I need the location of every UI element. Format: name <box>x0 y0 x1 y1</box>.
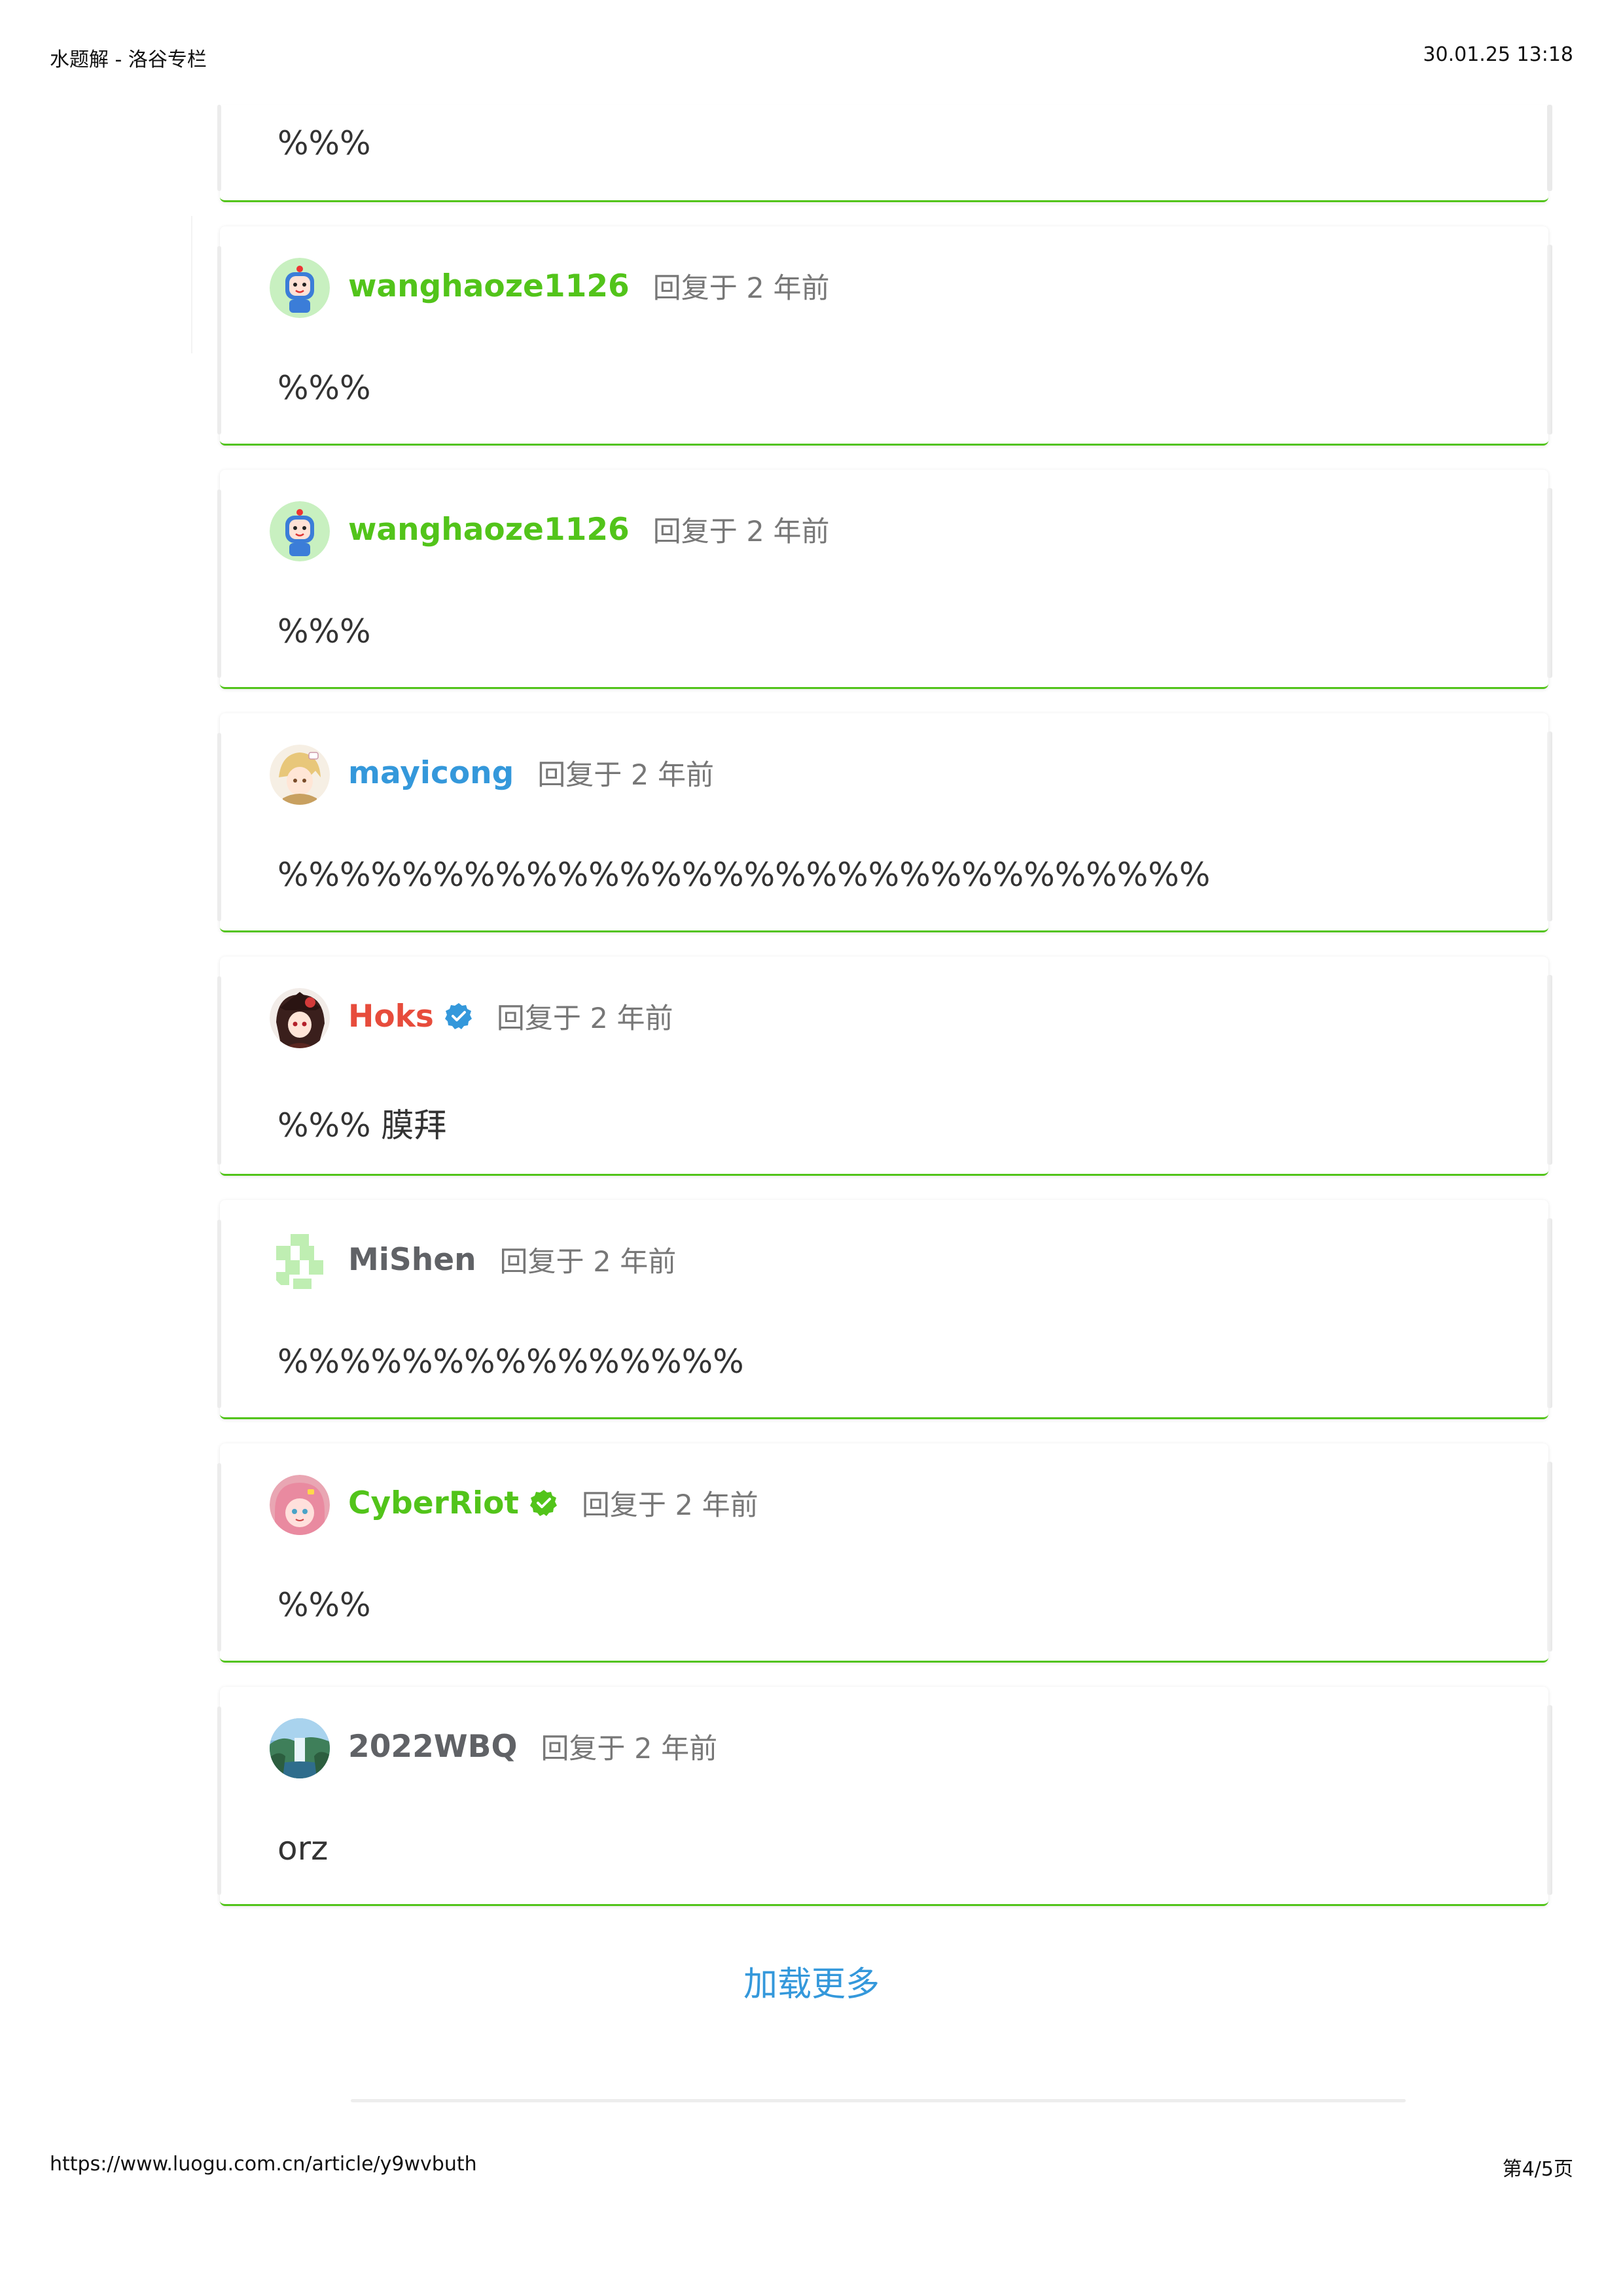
comment-card: mayicong 回复于 2 年前 %%%%%%%%%%%%%%%%%%%%%%… <box>217 713 1552 932</box>
comment-content: %%% <box>277 124 371 162</box>
username-link[interactable]: 2022WBQ <box>348 1729 517 1765</box>
divider <box>217 105 221 191</box>
username-link[interactable]: MiShen <box>348 1242 476 1278</box>
landscape-avatar-icon[interactable] <box>270 1718 330 1778</box>
divider <box>191 216 192 353</box>
anime-avatar-icon[interactable] <box>270 1475 330 1535</box>
username-link[interactable]: CyberRiot <box>348 1485 519 1521</box>
reply-time: 回复于 2 年前 <box>496 1002 673 1035</box>
divider <box>351 2099 1406 2102</box>
anime-avatar-icon[interactable] <box>270 745 330 805</box>
reply-time: 回复于 2 年前 <box>537 759 714 792</box>
blue-check-badge-icon <box>444 1002 473 1031</box>
comment-card: 2022WBQ 回复于 2 年前 orz <box>217 1687 1552 1906</box>
print-url: https://www.luogu.com.cn/article/y9wvbut… <box>50 2153 477 2176</box>
comment-content: %%% <box>277 369 371 407</box>
load-more-button[interactable]: 加载更多 <box>0 1956 1623 2005</box>
comment-content: %%% 膜拜 <box>277 1106 447 1144</box>
divider <box>1547 245 1552 434</box>
print-footer: https://www.luogu.com.cn/article/y9wvbut… <box>0 2153 1623 2205</box>
divider <box>1547 105 1552 191</box>
divider <box>217 489 221 678</box>
comment-meta: MiShen 回复于 2 年前 <box>348 1237 676 1282</box>
reply-time: 回复于 2 年前 <box>499 1246 677 1279</box>
comment-card: MiShen 回复于 2 年前 %%%%%%%%%%%%%%% <box>217 1200 1552 1419</box>
divider <box>1547 488 1552 678</box>
comment-meta: wanghaoze1126 回复于 2 年前 <box>348 263 829 309</box>
green-check-badge-icon <box>529 1489 558 1517</box>
comment-meta: mayicong 回复于 2 年前 <box>348 750 714 796</box>
divider <box>217 1463 221 1651</box>
username-link[interactable]: mayicong <box>348 755 514 791</box>
reply-time: 回复于 2 年前 <box>652 516 830 548</box>
divider <box>217 733 221 921</box>
divider <box>217 246 221 434</box>
username-link[interactable]: wanghaoze1126 <box>348 512 630 548</box>
comment-content: %%%%%%%%%%%%%%% <box>277 1343 744 1381</box>
comment-card: CyberRiot 回复于 2 年前 %%% <box>217 1443 1552 1663</box>
comment-meta: Hoks 回复于 2 年前 <box>348 993 673 1039</box>
divider <box>1547 732 1552 921</box>
comment-content: %%% <box>277 1586 371 1624</box>
reply-time: 回复于 2 年前 <box>541 1733 718 1765</box>
divider <box>1547 975 1552 1165</box>
comment-card: Hoks 回复于 2 年前 %%% 膜拜 <box>217 957 1552 1176</box>
comment-meta: 2022WBQ 回复于 2 年前 <box>348 1723 717 1769</box>
comment-card: wanghaoze1126 回复于 2 年前 %%% <box>217 470 1552 689</box>
comment-card: %%% <box>217 105 1552 202</box>
identicon-avatar-icon[interactable] <box>270 1231 330 1292</box>
reply-time: 回复于 2 年前 <box>581 1489 758 1522</box>
divider <box>1547 1462 1552 1651</box>
divider <box>217 1220 221 1408</box>
comment-content: orz <box>277 1829 329 1867</box>
robot-avatar-icon[interactable] <box>270 258 330 318</box>
divider <box>217 1706 221 1895</box>
comment-content: %%% <box>277 612 371 650</box>
comment-card: wanghaoze1126 回复于 2 年前 %%% <box>217 226 1552 446</box>
divider <box>1547 1218 1552 1408</box>
divider <box>217 976 221 1165</box>
username-link[interactable]: wanghaoze1126 <box>348 268 630 304</box>
comment-content: %%%%%%%%%%%%%%%%%%%%%%%%%%%%%% <box>277 856 1211 894</box>
comment-list: %%% wanghaoze1126 回复于 2 年前 %%% wanghaoze… <box>0 0 1623 2296</box>
anime-avatar-icon[interactable] <box>270 988 330 1048</box>
username-link[interactable]: Hoks <box>348 998 434 1034</box>
reply-time: 回复于 2 年前 <box>652 272 830 305</box>
page-number: 第4/5页 <box>1502 2158 1573 2181</box>
divider <box>1547 1705 1552 1895</box>
robot-avatar-icon[interactable] <box>270 501 330 561</box>
comment-meta: CyberRiot 回复于 2 年前 <box>348 1480 758 1526</box>
comment-meta: wanghaoze1126 回复于 2 年前 <box>348 506 829 552</box>
